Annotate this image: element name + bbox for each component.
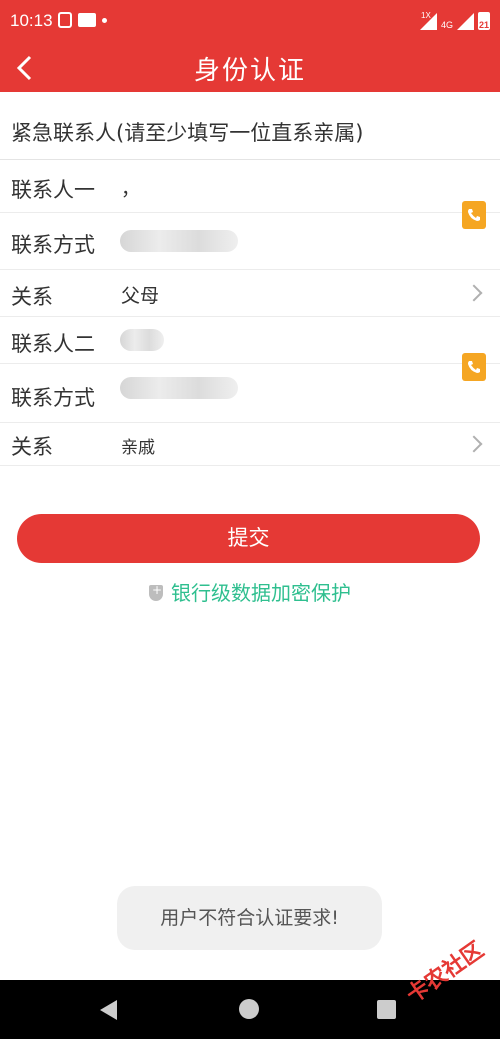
battery-icon: 21	[478, 12, 490, 30]
contact1-phone-row[interactable]: 联系方式	[0, 213, 500, 270]
contact1-name-row[interactable]: 联系人一 ，	[0, 161, 500, 213]
contact1-phone-label: 联系方式	[11, 233, 95, 257]
notification-dot-icon	[102, 17, 107, 23]
contact2-name-label: 联系人二	[11, 332, 95, 356]
home-circle-icon[interactable]	[239, 999, 259, 1019]
chevron-right-icon	[465, 284, 483, 302]
contact1-relation-value: 父母	[121, 285, 160, 307]
contact2-name-value[interactable]	[120, 329, 164, 351]
clock: 10:13	[10, 11, 53, 30]
message-icon	[78, 13, 96, 27]
page-title: 身份认证	[193, 56, 306, 86]
contact2-phone-value[interactable]	[120, 377, 238, 399]
notification-icons	[58, 12, 107, 28]
status-bar: 10:13 1X 4G 21	[0, 0, 500, 44]
contact2-phone-label: 联系方式	[11, 386, 95, 410]
security-text: 银行级数据加密保护	[171, 581, 351, 605]
network-type: 4G	[441, 20, 454, 30]
shield-icon	[149, 583, 163, 601]
security-note: 银行级数据加密保护	[0, 577, 500, 606]
recent-apps-icon[interactable]	[377, 1000, 396, 1019]
contact1-relation-label: 关系	[11, 285, 53, 309]
back-triangle-icon[interactable]	[100, 1000, 117, 1020]
signal-icon-2	[457, 13, 474, 30]
contact2-phone-book-icon[interactable]	[462, 353, 486, 381]
contact1-relation-row[interactable]: 关系 父母	[0, 270, 500, 317]
section-title: 紧急联系人(请至少填写一位直系亲属)	[0, 106, 500, 160]
toast-message: 用户不符合认证要求!	[117, 886, 382, 950]
contact1-name-value[interactable]: ，	[121, 174, 140, 201]
submit-button[interactable]: 提交	[17, 514, 480, 563]
contact2-name-row[interactable]: 联系人二	[0, 317, 500, 364]
system-status: 1X 4G 21	[420, 11, 490, 30]
signal-icon: 1X	[420, 11, 437, 30]
app-header: 身份认证	[0, 44, 500, 92]
contact2-phone-row[interactable]: 联系方式	[0, 364, 500, 423]
contact1-phone-book-icon[interactable]	[462, 201, 486, 229]
contact2-relation-value: 亲戚	[121, 438, 155, 458]
contact1-phone-value[interactable]	[120, 230, 238, 252]
chevron-right-icon	[465, 435, 483, 453]
contact2-relation-label: 关系	[11, 435, 53, 459]
vibrate-icon	[58, 12, 72, 28]
contact2-relation-row[interactable]: 关系 亲戚	[0, 423, 500, 466]
contact1-name-label: 联系人一	[11, 178, 95, 202]
